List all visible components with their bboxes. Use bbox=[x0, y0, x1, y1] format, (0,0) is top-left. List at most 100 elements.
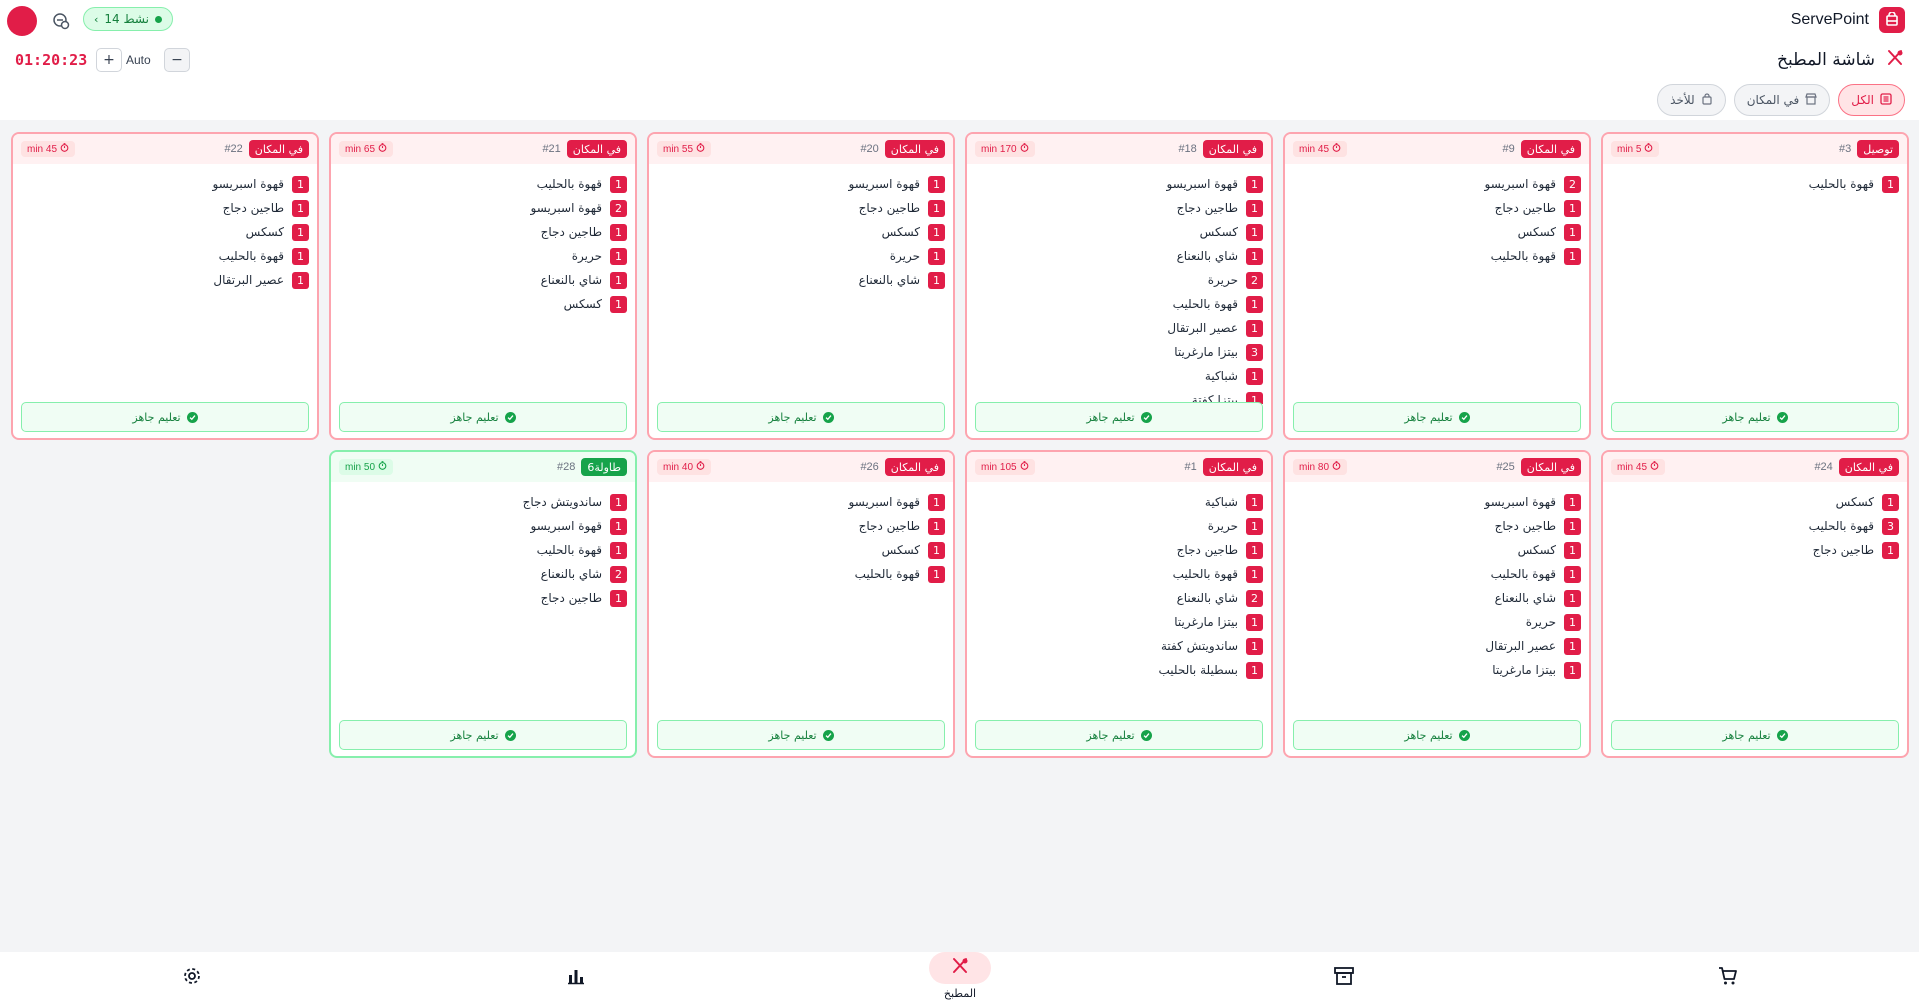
timer-icon bbox=[1332, 143, 1341, 155]
order-items-list[interactable]: 1 قهوة اسبريسو 1 طاجين دجاج 1 كسكس 1 شاي بالنعن… bbox=[975, 172, 1263, 404]
order-card[interactable]: في المكان #22 min 45 1 قهوة اسبريسو 1 طاجين دج… bbox=[11, 132, 319, 440]
mark-ready-label: تعليم جاهز bbox=[1404, 410, 1453, 424]
item-quantity: 1 bbox=[610, 517, 627, 535]
order-items-list[interactable]: 2 قهوة اسبريسو 1 طاجين دجاج 1 كسكس 1 قهوة بالحل… bbox=[1293, 172, 1581, 404]
item-name: كسكس bbox=[245, 225, 284, 239]
nav-active-indicator bbox=[929, 952, 991, 984]
user-avatar[interactable] bbox=[7, 6, 37, 36]
order-item: 1 كسكس bbox=[657, 220, 945, 244]
mark-ready-label: تعليم جاهز bbox=[1722, 410, 1771, 424]
order-item: 1 كسكس bbox=[1293, 220, 1581, 244]
order-number: #25 bbox=[1496, 461, 1515, 473]
item-name: شاي بالنعناع bbox=[540, 273, 602, 287]
nav-kitchen[interactable]: المطبخ bbox=[910, 952, 1010, 1004]
item-quantity: 1 bbox=[610, 295, 627, 313]
order-card[interactable]: في المكان #20 min 55 1 قهوة اسبريسو 1 طاجين دج… bbox=[647, 132, 955, 440]
order-card[interactable]: طاولة6 #28 min 50 1 ساندويتش دجاج 1 قهوة اسبري… bbox=[329, 450, 637, 758]
order-header: في المكان #20 min 55 bbox=[649, 134, 953, 164]
mark-ready-button[interactable]: تعليم جاهز bbox=[1611, 720, 1899, 750]
item-name: حريرة bbox=[889, 249, 920, 263]
order-header: في المكان #22 min 45 bbox=[13, 134, 317, 164]
elapsed-time: min 50 bbox=[345, 461, 376, 473]
order-items-list[interactable]: 1 كسكس 3 قهوة بالحليب 1 طاجين دجاج bbox=[1611, 490, 1899, 722]
item-name: طاجين دجاج bbox=[540, 225, 602, 239]
filter-takeaway[interactable]: للأخذ bbox=[1657, 84, 1726, 116]
order-card[interactable]: في المكان #24 min 45 1 كسكس 3 قهوة بالحليب 1 طاج… bbox=[1601, 450, 1909, 758]
order-item: 1 قهوة اسبريسو bbox=[21, 172, 309, 196]
item-quantity: 1 bbox=[1246, 367, 1263, 385]
order-item: 1 قهوة بالحليب bbox=[1611, 172, 1899, 196]
order-items-list[interactable]: 1 قهوة اسبريسو 1 طاجين دجاج 1 كسكس 1 حريرة 1 شاي … bbox=[657, 172, 945, 404]
order-card[interactable]: في المكان #1 min 105 1 شباكية 1 حريرة 1 طاجين دج… bbox=[965, 450, 1273, 758]
item-quantity: 1 bbox=[928, 565, 945, 583]
order-item: 1 قهوة بالحليب bbox=[657, 562, 945, 586]
order-type-badge: في المكان bbox=[884, 140, 945, 158]
check-circle-icon bbox=[504, 411, 516, 423]
nav-cart[interactable] bbox=[1678, 952, 1778, 1004]
check-circle-icon bbox=[1776, 729, 1788, 741]
mark-ready-button[interactable]: تعليم جاهز bbox=[1293, 720, 1581, 750]
order-items-list[interactable]: 1 شباكية 1 حريرة 1 طاجين دجاج 1 قهوة بالحليب 2 شا… bbox=[975, 490, 1263, 722]
order-items-list[interactable]: 1 قهوة اسبريسو 1 طاجين دجاج 1 كسكس 1 قهوة بالحل… bbox=[1293, 490, 1581, 722]
item-name: كسكس bbox=[563, 297, 602, 311]
mark-ready-button[interactable]: تعليم جاهز bbox=[339, 720, 627, 750]
zoom-out-button[interactable]: − bbox=[164, 48, 190, 72]
item-name: طاجين دجاج bbox=[1176, 543, 1238, 557]
zoom-in-button[interactable]: + bbox=[96, 48, 122, 72]
mark-ready-button[interactable]: تعليم جاهز bbox=[1293, 402, 1581, 432]
check-circle-icon bbox=[1458, 411, 1470, 423]
nav-archive[interactable] bbox=[1294, 952, 1394, 1004]
nav-settings[interactable] bbox=[142, 952, 242, 1004]
active-orders-badge[interactable]: 14 نشط ‹ bbox=[83, 7, 173, 31]
order-items-list[interactable]: 1 ساندويتش دجاج 1 قهوة اسبريسو 1 قهوة بالحليب… bbox=[339, 490, 627, 722]
order-header: في المكان #25 min 80 bbox=[1285, 452, 1589, 482]
check-circle-icon bbox=[186, 411, 198, 423]
order-type-badge: في المكان bbox=[248, 140, 309, 158]
nav-reports[interactable] bbox=[526, 952, 626, 1004]
order-items-list[interactable]: 1 قهوة اسبريسو 1 طاجين دجاج 1 كسكس 1 قهوة بالحل… bbox=[21, 172, 309, 404]
item-quantity: 2 bbox=[1246, 589, 1263, 607]
mark-ready-button[interactable]: تعليم جاهز bbox=[657, 720, 945, 750]
elapsed-time-badge: min 5 bbox=[1611, 141, 1660, 157]
mark-ready-button[interactable]: تعليم جاهز bbox=[657, 402, 945, 432]
order-items-list[interactable]: 1 قهوة اسبريسو 1 طاجين دجاج 1 كسكس 1 قهوة بالحل… bbox=[657, 490, 945, 722]
bag-icon bbox=[1701, 92, 1713, 108]
elapsed-time: min 5 bbox=[1617, 143, 1642, 155]
order-item: 1 كسكس bbox=[657, 538, 945, 562]
utensils-icon bbox=[1885, 48, 1905, 72]
item-quantity: 1 bbox=[928, 223, 945, 241]
mark-ready-button[interactable]: تعليم جاهز bbox=[975, 402, 1263, 432]
item-quantity: 1 bbox=[292, 223, 309, 241]
mark-ready-button[interactable]: تعليم جاهز bbox=[339, 402, 627, 432]
item-quantity: 1 bbox=[1246, 319, 1263, 337]
item-name: كسكس bbox=[1199, 225, 1238, 239]
order-card[interactable]: في المكان #18 min 170 1 قهوة اسبريسو 1 طاجين د… bbox=[965, 132, 1273, 440]
order-card[interactable]: في المكان #9 min 45 2 قهوة اسبريسو 1 طاجين دجا… bbox=[1283, 132, 1591, 440]
item-quantity: 1 bbox=[1246, 517, 1263, 535]
order-items-list[interactable]: 1 قهوة بالحليب 2 قهوة اسبريسو 1 طاجين دجاج 1 حر… bbox=[339, 172, 627, 404]
order-card[interactable]: في المكان #25 min 80 1 قهوة اسبريسو 1 طاجين دج… bbox=[1283, 450, 1591, 758]
elapsed-time-badge: min 45 bbox=[1293, 141, 1348, 157]
item-quantity: 1 bbox=[1246, 541, 1263, 559]
order-items-list[interactable]: 1 قهوة بالحليب bbox=[1611, 172, 1899, 404]
order-card[interactable]: في المكان #26 min 40 1 قهوة اسبريسو 1 طاجين دج… bbox=[647, 450, 955, 758]
item-name: قهوة اسبريسو bbox=[848, 495, 920, 509]
order-number: #28 bbox=[556, 461, 576, 473]
item-name: قهوة اسبريسو bbox=[1484, 177, 1556, 191]
order-header: في المكان #24 min 45 bbox=[1603, 452, 1907, 482]
sync-status-icon[interactable] bbox=[50, 10, 72, 32]
filter-all[interactable]: الكل bbox=[1838, 84, 1905, 116]
mark-ready-button[interactable]: تعليم جاهز bbox=[975, 720, 1263, 750]
mark-ready-button[interactable]: تعليم جاهز bbox=[1611, 402, 1899, 432]
order-card[interactable]: في المكان #21 min 65 1 قهوة بالحليب 2 قهوة اسب… bbox=[329, 132, 637, 440]
order-item: 1 شاي بالنعناع bbox=[975, 244, 1263, 268]
item-quantity: 1 bbox=[1564, 661, 1581, 679]
item-quantity: 1 bbox=[928, 247, 945, 265]
filter-dine-in[interactable]: في المكان bbox=[1733, 84, 1831, 116]
item-quantity: 1 bbox=[1246, 199, 1263, 217]
order-item: 1 طاجين دجاج bbox=[657, 514, 945, 538]
item-quantity: 1 bbox=[1882, 493, 1899, 511]
order-card[interactable]: توصيل #3 min 5 1 قهوة بالحليب تعليم جاهز bbox=[1601, 132, 1909, 440]
mark-ready-button[interactable]: تعليم جاهز bbox=[21, 402, 309, 432]
item-name: قهوة اسبريسو bbox=[530, 519, 602, 533]
